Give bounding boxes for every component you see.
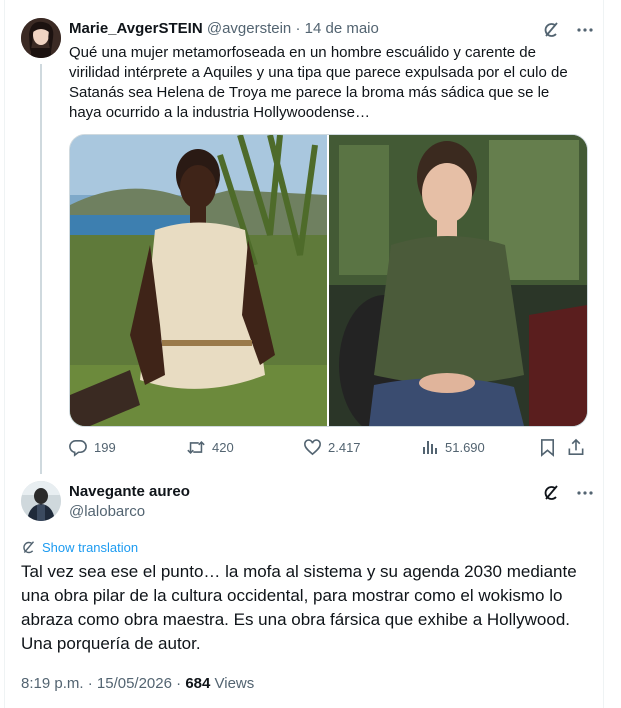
- show-translation-label[interactable]: Show translation: [42, 540, 138, 555]
- reply-action[interactable]: 199: [69, 438, 116, 457]
- bookmark-icon: [540, 439, 555, 457]
- reply-tweet-text: Tal vez sea ese el punto… la mofa al sis…: [21, 562, 577, 653]
- thread-connector-line: [40, 64, 42, 474]
- reply-icon: [69, 440, 87, 457]
- media-image-left[interactable]: [70, 135, 327, 426]
- grok-icon[interactable]: [541, 483, 561, 503]
- tweet-meta: 8:19 p.m. · 15/05/2026 · 684 Views: [21, 675, 254, 692]
- reply-author-handle[interactable]: @lalobarco: [69, 503, 190, 520]
- views-count: 51.690: [445, 439, 485, 455]
- views-action[interactable]: 51.690: [421, 438, 485, 456]
- tweet-media[interactable]: [69, 134, 588, 427]
- meta-separator: ·: [87, 675, 93, 692]
- share-icon: [568, 438, 584, 455]
- tweet-date[interactable]: 14 de maio: [305, 20, 379, 37]
- tweet-views-label: Views: [214, 675, 255, 692]
- translate-icon: [23, 541, 35, 554]
- author-name[interactable]: Marie_AvgerSTEIN: [69, 20, 203, 37]
- reply-count: 199: [94, 440, 116, 455]
- tweet-header: Marie_AvgerSTEIN @avgerstein · 14 de mai…: [69, 20, 379, 37]
- tweet-top-actions: [541, 20, 595, 40]
- reply-tweet-header: Navegante aureo @lalobarco: [69, 483, 190, 520]
- bookmark-action[interactable]: [539, 438, 556, 457]
- more-icon[interactable]: [575, 483, 595, 503]
- tweet-full-date[interactable]: 15/05/2026: [97, 675, 172, 692]
- tweet-time[interactable]: 8:19 p.m.: [21, 675, 84, 692]
- retweet-count: 420: [212, 440, 234, 455]
- meta-separator: ·: [176, 675, 182, 692]
- views-icon: [423, 441, 437, 454]
- author-handle[interactable]: @avgerstein: [207, 20, 291, 37]
- tweet-text: Qué una mujer metamorfoseada en un hombr…: [69, 44, 568, 121]
- retweet-icon: [187, 440, 205, 455]
- author-avatar[interactable]: [21, 18, 61, 58]
- media-image-right[interactable]: [329, 135, 587, 426]
- grok-icon[interactable]: [541, 20, 561, 40]
- show-translation-link[interactable]: Show translation: [21, 540, 138, 555]
- like-icon: [304, 439, 321, 456]
- tweet-action-bar: 199 420 2.417 51.690: [69, 438, 586, 460]
- reply-author-avatar[interactable]: [21, 481, 61, 521]
- like-action[interactable]: 2.417: [303, 438, 361, 457]
- reply-author-name[interactable]: Navegante aureo: [69, 483, 190, 500]
- like-count: 2.417: [328, 440, 361, 455]
- header-separator: ·: [295, 20, 301, 37]
- tweet-views-count: 684: [185, 675, 211, 692]
- share-action[interactable]: [567, 438, 585, 457]
- retweet-action[interactable]: 420: [186, 438, 234, 457]
- more-icon[interactable]: [575, 20, 595, 40]
- reply-top-actions: [541, 483, 595, 503]
